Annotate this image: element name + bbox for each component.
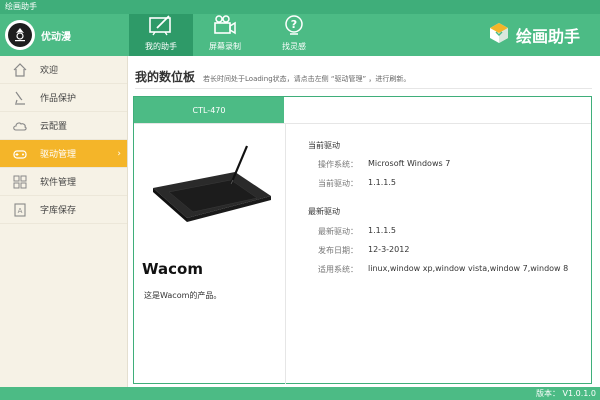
supported-systems-row: 适用系统： linux,window xp,window vista,windo… bbox=[318, 264, 568, 275]
ugocomi-logo-icon bbox=[8, 23, 32, 47]
latest-driver-value: 1.1.1.5 bbox=[368, 226, 396, 235]
sidebar-item-cloud-config[interactable]: 云配置 bbox=[0, 112, 127, 140]
device-brand: Wacom bbox=[142, 260, 203, 278]
os-label: 操作系统： bbox=[318, 160, 358, 169]
current-driver-label: 当前驱动： bbox=[318, 179, 358, 188]
device-panel: CTL-470 Wacom 这是Wacom的产品。 当前驱动 操作系统： Mic… bbox=[133, 96, 592, 384]
font-book-icon: A bbox=[12, 202, 28, 218]
os-row: 操作系统： Microsoft Windows 7 bbox=[318, 159, 450, 170]
sidebar-item-font-save[interactable]: A 字库保存 bbox=[0, 196, 127, 224]
supported-systems-label: 适用系统： bbox=[318, 265, 358, 274]
sidebar-item-driver-management[interactable]: 驱动管理 › bbox=[0, 140, 127, 168]
tab-find-inspiration-label: 找灵感 bbox=[282, 42, 306, 51]
current-driver-heading: 当前驱动 bbox=[308, 141, 340, 150]
brush-icon bbox=[12, 90, 28, 106]
release-date-value: 12-3-2012 bbox=[368, 245, 410, 254]
supported-systems-value: linux,window xp,window vista,window 7,wi… bbox=[368, 264, 569, 273]
grid-icon bbox=[12, 174, 28, 190]
sidebar-item-label: 作品保护 bbox=[40, 94, 77, 104]
tab-find-inspiration[interactable]: ? 找灵感 bbox=[262, 14, 326, 56]
home-icon bbox=[12, 62, 28, 78]
version-label: 版本： V1.0.1.0 bbox=[535, 389, 596, 398]
user-profile: 优动漫 bbox=[0, 14, 128, 56]
brand-logo: 绘画助手 bbox=[487, 21, 580, 49]
device-tabs: CTL-470 bbox=[134, 97, 591, 123]
loading-hint: 若长时间处于Loading状态，请点击左侧 “驱动管理” ，进行刷新。 bbox=[203, 75, 411, 83]
brand-text: 绘画助手 bbox=[515, 27, 580, 46]
cube-logo-icon bbox=[487, 21, 511, 49]
sidebar-item-artwork-protection[interactable]: 作品保护 bbox=[0, 84, 127, 112]
video-camera-icon bbox=[212, 14, 238, 39]
avatar[interactable] bbox=[5, 20, 35, 50]
tab-my-assistant-label: 我的助手 bbox=[145, 42, 177, 51]
tab-my-assistant[interactable]: 我的助手 bbox=[129, 14, 193, 56]
product-description: 这是Wacom的产品。 bbox=[144, 291, 222, 300]
main-content: 我的数位板 若长时间处于Loading状态，请点击左侧 “驱动管理” ，进行刷新… bbox=[129, 56, 600, 387]
tablet-image bbox=[147, 144, 275, 235]
page-header: 我的数位板 若长时间处于Loading状态，请点击左侧 “驱动管理” ，进行刷新… bbox=[135, 68, 410, 85]
cloud-icon bbox=[12, 118, 28, 134]
username: 优动漫 bbox=[41, 31, 71, 43]
current-driver-value: 1.1.1.5 bbox=[368, 178, 396, 187]
tab-device-ctl-470[interactable]: CTL-470 bbox=[134, 97, 284, 123]
lightbulb-icon: ? bbox=[281, 14, 307, 39]
latest-driver-row: 最新驱动： 1.1.1.5 bbox=[318, 226, 396, 237]
tab-screen-record[interactable]: 屏幕录制 bbox=[193, 14, 257, 56]
header-bar: 优动漫 我的助手 屏幕录制 ? 找灵感 绘画助手 bbox=[0, 14, 600, 56]
release-date-row: 发布日期： 12-3-2012 bbox=[318, 245, 409, 256]
status-bar: 版本： V1.0.1.0 bbox=[0, 387, 600, 400]
svg-text:A: A bbox=[18, 207, 23, 215]
sidebar-item-label: 云配置 bbox=[40, 122, 68, 132]
sidebar-item-software-management[interactable]: 软件管理 bbox=[0, 168, 127, 196]
divider bbox=[135, 88, 592, 89]
chevron-right-icon: › bbox=[117, 148, 121, 159]
device-summary: Wacom 这是Wacom的产品。 bbox=[134, 124, 286, 384]
os-value: Microsoft Windows 7 bbox=[368, 159, 451, 168]
sidebar-item-label: 软件管理 bbox=[40, 178, 77, 188]
window-title: 绘画助手 bbox=[5, 2, 37, 11]
driver-info: 当前驱动 操作系统： Microsoft Windows 7 当前驱动： 1.1… bbox=[302, 124, 587, 384]
svg-text:?: ? bbox=[291, 18, 297, 31]
latest-driver-heading: 最新驱动 bbox=[308, 207, 340, 216]
gamepad-icon bbox=[12, 146, 28, 162]
current-driver-row: 当前驱动： 1.1.1.5 bbox=[318, 178, 396, 189]
device-details: Wacom 这是Wacom的产品。 当前驱动 操作系统： Microsoft W… bbox=[134, 123, 591, 384]
sidebar-item-welcome[interactable]: 欢迎 bbox=[0, 56, 127, 84]
page-title: 我的数位板 bbox=[135, 70, 196, 84]
sidebar-item-label: 字库保存 bbox=[40, 206, 77, 216]
window-titlebar: 绘画助手 bbox=[0, 0, 600, 14]
sidebar-item-label: 驱动管理 bbox=[40, 150, 77, 160]
sidebar-item-label: 欢迎 bbox=[40, 66, 59, 76]
latest-driver-label: 最新驱动： bbox=[318, 227, 358, 236]
tab-screen-record-label: 屏幕录制 bbox=[209, 42, 241, 51]
release-date-label: 发布日期： bbox=[318, 246, 358, 255]
drawing-board-icon bbox=[148, 14, 174, 39]
sidebar: 欢迎 作品保护 云配置 驱动管理 › 软件管理 A 字库保存 bbox=[0, 56, 128, 387]
